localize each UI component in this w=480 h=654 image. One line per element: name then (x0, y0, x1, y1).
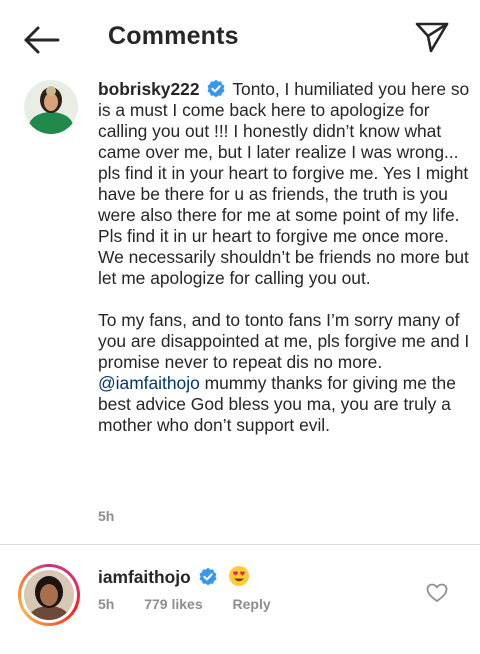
caption-timestamp: 5h (98, 508, 115, 524)
comment-username[interactable]: iamfaithojo (98, 567, 191, 587)
arrow-left-icon (24, 26, 60, 54)
caption-paragraph-1: Tonto, I humiliated you here so is a mus… (98, 79, 470, 288)
verified-badge-icon (207, 79, 225, 98)
share-button[interactable] (414, 20, 450, 54)
avatar[interactable] (24, 80, 78, 134)
heart-eyes-emoji-icon (229, 566, 250, 586)
comment-meta: 5h 779 likes Reply (98, 596, 297, 612)
caption-text: bobrisky222 Tonto, I humiliated you here… (98, 79, 470, 436)
mention-link[interactable]: @iamfaithojo (98, 373, 200, 393)
comment-timestamp: 5h (98, 596, 115, 612)
reply-button[interactable]: Reply (233, 596, 271, 612)
caption-paragraph-2: To my fans, and to tonto fans I’m sorry … (98, 310, 470, 372)
comment-item: iamfaithojo 5h 779 likes Reply (0, 545, 480, 654)
like-button[interactable] (426, 583, 448, 603)
heart-outline-icon (426, 583, 448, 602)
comments-header: Comments (0, 0, 480, 76)
likes-count[interactable]: 779 likes (144, 596, 202, 612)
back-button[interactable] (22, 24, 62, 56)
paper-plane-icon (415, 22, 449, 53)
comment-text: iamfaithojo (98, 565, 250, 588)
comment-avatar[interactable] (18, 564, 80, 626)
page-title: Comments (108, 22, 239, 50)
post-caption: bobrisky222 Tonto, I humiliated you here… (0, 76, 480, 544)
caption-username[interactable]: bobrisky222 (98, 79, 200, 99)
verified-badge-icon (199, 567, 217, 586)
